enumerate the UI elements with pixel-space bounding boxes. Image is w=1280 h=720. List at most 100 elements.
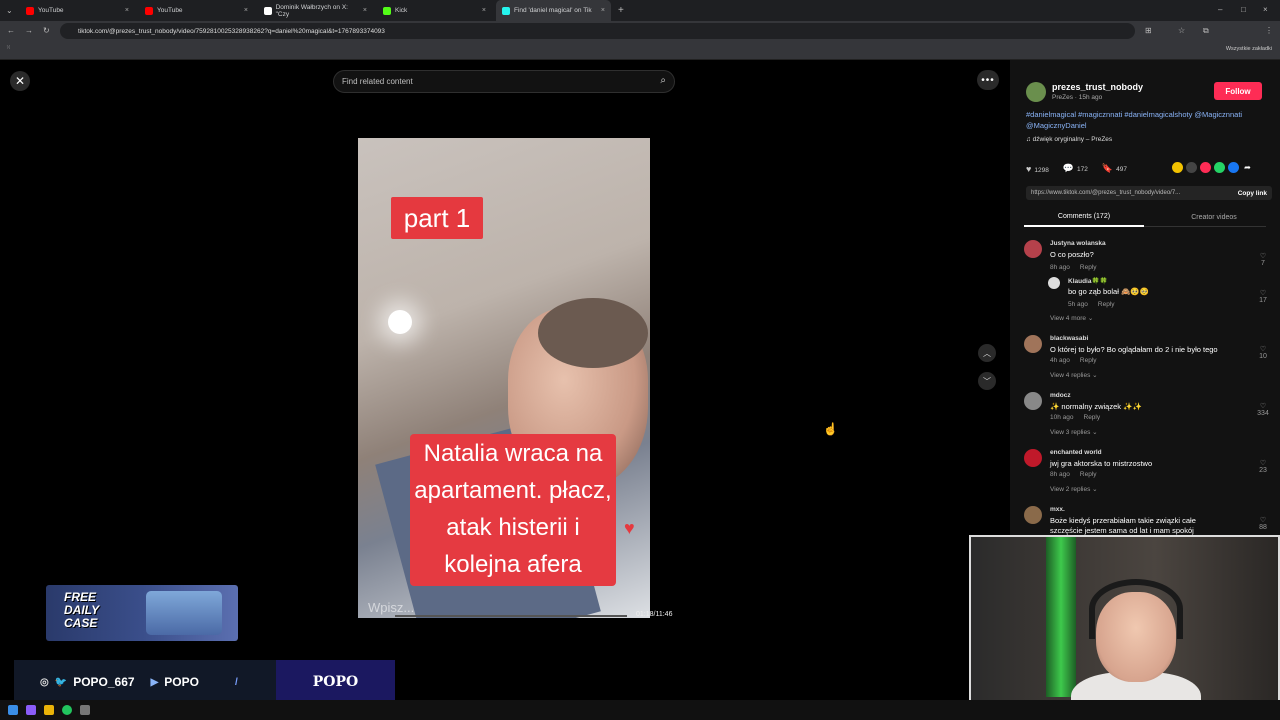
tab-comments[interactable]: Comments (172) (1024, 207, 1144, 227)
share-arrow-icon[interactable]: ➦ (1242, 162, 1253, 173)
reply-item: Klaudia🍀🍀 bo go ząb bolał 🙈🥺🥺 5h ago Repl… (1048, 277, 1270, 317)
browser-tab-1[interactable]: YouTube × (20, 0, 135, 21)
comment-like[interactable]: ♡ 23 (1256, 459, 1270, 474)
comment-author[interactable]: Klaudia🍀🍀 (1068, 277, 1108, 285)
related-search-input[interactable]: Find related content ⌕ (333, 70, 675, 93)
avatar[interactable] (1048, 277, 1060, 289)
embed-icon[interactable] (1186, 162, 1197, 173)
close-icon[interactable]: × (244, 7, 248, 14)
comment-author[interactable]: Justyna wolanska (1050, 240, 1106, 247)
heart-icon: ♥ (624, 518, 635, 538)
comment-author[interactable]: blackwasabi (1050, 335, 1088, 342)
new-tab-icon[interactable]: + (618, 5, 624, 16)
comment-like[interactable]: ♡ 7 (1256, 252, 1270, 267)
view-more-replies[interactable]: View 4 more ⌄ (1050, 314, 1093, 322)
minimize-icon[interactable]: – (1218, 5, 1222, 14)
close-icon[interactable]: × (125, 7, 129, 14)
forward-icon[interactable]: → (25, 26, 33, 35)
menu-icon[interactable]: ⋮ (1265, 26, 1273, 35)
back-icon[interactable]: ← (7, 26, 15, 35)
heart-outline-icon: ♡ (1259, 253, 1267, 260)
whatsapp-icon[interactable] (1214, 162, 1225, 173)
save-count: 497 (1116, 166, 1127, 173)
comment-author[interactable]: mxx. (1050, 506, 1065, 513)
video-player[interactable]: part 1 Natalia wraca na apartament. płac… (358, 110, 650, 678)
close-icon[interactable]: × (363, 7, 367, 14)
heart-outline-icon: ♡ (1259, 346, 1267, 353)
browser-tab-3[interactable]: Dominik Wałbrzych on X: "Czy × (258, 0, 373, 21)
taskbar-app-icon[interactable] (80, 705, 90, 715)
more-options-button[interactable]: ••• (977, 70, 999, 90)
save-stat[interactable]: 🔖 497 (1102, 163, 1127, 174)
browser-tab-4[interactable]: Kick × (377, 0, 492, 21)
previous-video-button[interactable]: ︿ (978, 344, 996, 362)
apps-icon[interactable]: ⁙ (6, 45, 11, 51)
translate-icon[interactable]: ⊞ (1145, 26, 1152, 35)
comment-time: 5h ago (1068, 301, 1088, 308)
window-close-icon[interactable]: × (1263, 5, 1268, 14)
address-bar-row: ← → ↻ tiktok.com/@prezes_trust_nobody/vi… (0, 21, 1280, 41)
emoji-share-icon[interactable] (1172, 162, 1183, 173)
avatar[interactable] (1024, 335, 1042, 353)
chrome-icon[interactable] (62, 705, 72, 715)
comment-author[interactable]: mdocz (1050, 392, 1071, 399)
comment-like[interactable]: ♡ 334 (1256, 402, 1270, 417)
comment-like[interactable]: ♡ 10 (1256, 345, 1270, 360)
video-link-box[interactable]: https://www.tiktok.com/@prezes_trust_nob… (1026, 186, 1272, 200)
brand-logo: POPO (276, 660, 395, 704)
avatar[interactable] (1024, 240, 1042, 258)
reply-button[interactable]: Reply (1084, 414, 1101, 421)
maximize-icon[interactable]: □ (1241, 5, 1246, 14)
video-progress-bar[interactable] (395, 615, 627, 617)
comment-meta: 5h ago Reply (1068, 301, 1115, 308)
reply-button[interactable]: Reply (1080, 357, 1097, 364)
comment-item: enchanted world jwj gra aktorska to mist… (1024, 449, 1270, 489)
comment-stat[interactable]: 💬 172 (1063, 163, 1088, 174)
author-avatar[interactable] (1026, 82, 1046, 102)
taskbar-app-icon[interactable] (26, 705, 36, 715)
close-icon[interactable]: × (601, 7, 605, 14)
taskbar-app-icon[interactable] (44, 705, 54, 715)
copy-link-button[interactable]: Copy link (1238, 190, 1267, 197)
comment-like[interactable]: ♡ 88 (1256, 516, 1270, 531)
close-icon[interactable]: × (482, 7, 486, 14)
extensions-icon[interactable]: ⧉ (1203, 26, 1209, 36)
view-replies[interactable]: View 3 replies ⌄ (1050, 428, 1098, 436)
windows-start-icon[interactable] (8, 705, 18, 715)
url-field[interactable]: tiktok.com/@prezes_trust_nobody/video/75… (60, 23, 1135, 39)
author-username[interactable]: prezes_trust_nobody (1052, 82, 1143, 92)
facebook-icon[interactable] (1228, 162, 1239, 173)
bookmark-star-icon[interactable]: ☆ (1178, 26, 1185, 35)
view-replies[interactable]: View 2 replies ⌄ (1050, 485, 1098, 493)
reply-button[interactable]: Reply (1098, 301, 1115, 308)
avatar[interactable] (1024, 449, 1042, 467)
tab-search-icon[interactable]: ⌄ (6, 6, 13, 15)
browser-tab-5[interactable]: Find 'daniel magical' on Tik × (496, 0, 611, 21)
comment-time: 8h ago (1050, 264, 1070, 271)
tab-title: Find 'daniel magical' on Tik (514, 7, 592, 14)
comment-author[interactable]: enchanted world (1050, 449, 1102, 456)
close-video-button[interactable]: ✕ (10, 71, 30, 91)
comment-text: O której to było? Bo oglądałam do 2 i ni… (1050, 345, 1218, 354)
reply-button[interactable]: Reply (1080, 264, 1097, 271)
comment-like[interactable]: ♡ 17 (1256, 289, 1270, 304)
send-icon[interactable] (1200, 162, 1211, 173)
tab-creator-videos[interactable]: Creator videos (1154, 207, 1274, 227)
social-handles-bar: ◎ 🐦 POPO_667 ▶ POPO / (14, 660, 276, 704)
reload-icon[interactable]: ↻ (43, 26, 50, 35)
comment-item: blackwasabi O której to było? Bo oglądał… (1024, 335, 1270, 375)
all-bookmarks-label[interactable]: Wszystkie zakładki (1226, 46, 1272, 52)
next-video-button[interactable]: ﹀ (978, 372, 996, 390)
avatar[interactable] (1024, 392, 1042, 410)
treasure-chest-image (146, 591, 222, 635)
search-icon[interactable]: ⌕ (660, 75, 666, 86)
view-replies-label: View 3 replies (1050, 429, 1091, 436)
like-stat[interactable]: ♥ 1298 (1026, 164, 1049, 174)
view-replies[interactable]: View 4 replies ⌄ (1050, 371, 1098, 379)
avatar[interactable] (1024, 506, 1042, 524)
sound-label[interactable]: ♫ dźwięk oryginalny – PreZes (1026, 136, 1112, 143)
reply-button[interactable]: Reply (1080, 471, 1097, 478)
video-description[interactable]: #danielmagical #magicznnati #danielmagic… (1026, 109, 1266, 131)
follow-button[interactable]: Follow (1214, 82, 1262, 100)
browser-tab-2[interactable]: YouTube × (139, 0, 254, 21)
